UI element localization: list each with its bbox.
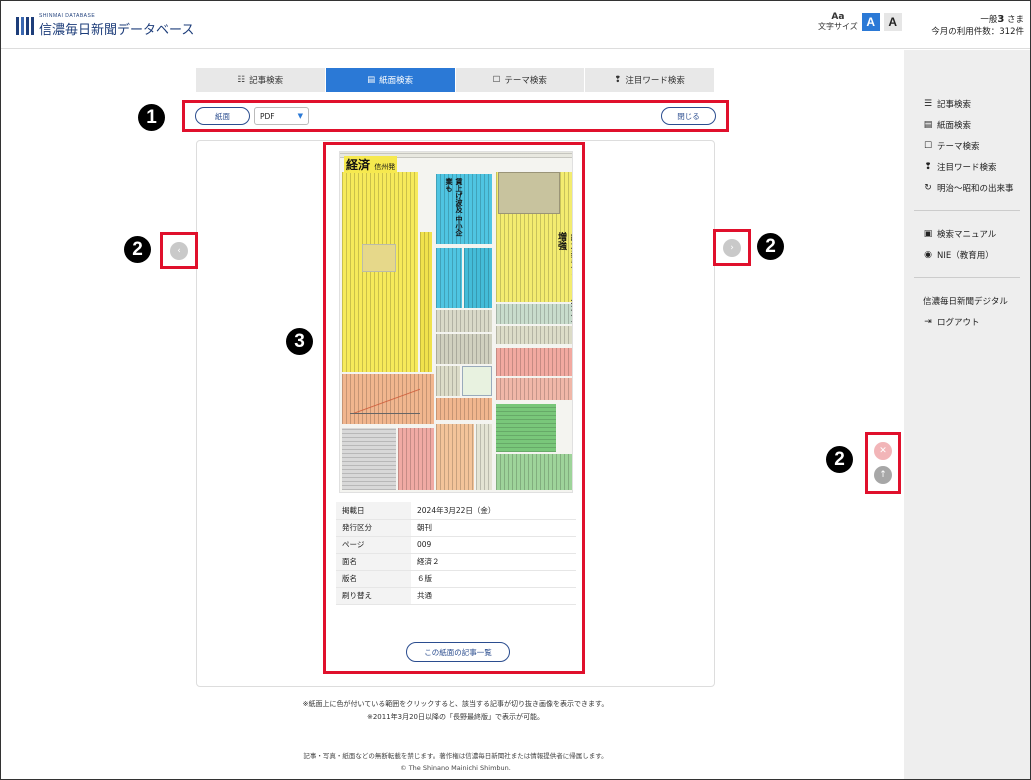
logo-title: 信濃毎日新聞データベース <box>39 23 195 38</box>
table-row: ページ 009 <box>336 536 576 554</box>
prev-page-button[interactable]: ‹ <box>170 241 188 260</box>
factory-photo <box>498 172 560 214</box>
newspaper-preview: 経済 信州発 純水装置 シェア拡大へ増強 賃上げ波及 中小企業も 掲載日2024… <box>323 142 585 674</box>
close-button[interactable]: 閉じる <box>661 107 716 125</box>
page-info-table: 掲載日 2024年3月22日（金） 発行区分 朝刊 ページ 009 面名 経済２ 版名 ６… <box>336 502 576 605</box>
close-viewer-button[interactable]: ✕ <box>874 442 892 460</box>
caret-down-icon: ▼ <box>297 112 303 120</box>
header: SHINMAI DATABASE 信濃毎日新聞データベース Aa 文字サイズ A… <box>1 1 1030 49</box>
bookmark-icon: ☐ <box>923 140 933 151</box>
exclamation-icon: ❢ <box>924 161 932 172</box>
exclamation-icon: ❢ <box>614 75 622 85</box>
font-size-control: Aa 文字サイズ A A <box>818 12 902 32</box>
line-chart-graphic <box>350 384 420 414</box>
portrait-photo <box>362 244 396 272</box>
sidebar-item-manual[interactable]: ▣ 検索マニュアル <box>923 223 1030 244</box>
table-row: 版名 ６版 <box>336 570 576 588</box>
sidebar-divider <box>914 277 1020 278</box>
prev-page-highlight: ‹ <box>160 232 198 269</box>
callout-badge-1: 1 <box>138 104 165 131</box>
newspaper-icon: ▤ <box>367 75 376 85</box>
ad-logo <box>462 366 492 396</box>
scroll-top-button[interactable]: ↑ <box>874 466 892 484</box>
newspaper-page-image[interactable]: 経済 信州発 純水装置 シェア拡大へ増強 賃上げ波及 中小企業も <box>339 151 573 493</box>
user-name: 一般3 さま <box>980 14 1024 25</box>
logo-mark-icon <box>16 16 34 35</box>
font-size-text: 文字サイズ <box>818 21 858 31</box>
sidebar-item-keyword-search[interactable]: ❢ 注目ワード検索 <box>923 156 1030 177</box>
history-icon: ↻ <box>924 182 932 193</box>
callout-badge-2-left: 2 <box>124 236 151 263</box>
book-icon: ▣ <box>923 228 933 239</box>
sidebar-item-logout[interactable]: ⇥ ログアウト <box>923 311 1030 332</box>
font-size-small-button[interactable]: A <box>883 13 902 32</box>
callout-badge-3: 3 <box>286 328 313 355</box>
site-logo[interactable]: SHINMAI DATABASE 信濃毎日新聞データベース <box>16 13 194 38</box>
sidebar-item-theme-search[interactable]: ☐ テーマ検索 <box>923 135 1030 156</box>
list-icon: ☰ <box>923 98 933 109</box>
search-tabs: ☷ 記事検索 ▤ 紙面検索 ☐ テーマ検索 ❢ 注目ワード検索 <box>196 68 715 92</box>
nie-icon: ◉ <box>924 249 932 260</box>
font-size-label: Aa 文字サイズ <box>818 12 858 32</box>
float-controls-highlight: ✕ ↑ <box>865 432 901 494</box>
table-row: 面名 経済２ <box>336 553 576 571</box>
newspaper-masthead: 経済 信州発 <box>344 156 398 173</box>
paper-button[interactable]: 紙面 <box>195 107 250 125</box>
sidebar-item-history[interactable]: ↻ 明治〜昭和の出来事 <box>923 177 1030 198</box>
callout-badge-2-right: 2 <box>757 233 784 260</box>
tab-paper-search[interactable]: ▤ 紙面検索 <box>325 68 456 92</box>
font-size-large-button[interactable]: A <box>861 13 880 32</box>
format-select[interactable]: PDF ▼ <box>254 107 309 125</box>
sidebar-item-article-search[interactable]: ☰ 記事検索 <box>923 93 1030 114</box>
sidebar-item-paper-search[interactable]: ▤ 紙面検索 <box>923 114 1030 135</box>
usage-count: 今月の利用件数：312件 <box>931 27 1024 37</box>
side-headline: 賃上げ波及 中小企業も <box>445 178 464 237</box>
viewer-toolbar: 紙面 PDF ▼ 閉じる <box>182 100 729 132</box>
sidebar: ☰ 記事検索 ▤ 紙面検索 ☐ テーマ検索 ❢ 注目ワード検索 ↻ 明治〜昭和の出来事 ▣… <box>904 50 1030 779</box>
tab-theme-search[interactable]: ☐ テーマ検索 <box>455 68 586 92</box>
tab-article-search[interactable]: ☷ 記事検索 <box>196 68 326 92</box>
sidebar-item-nie[interactable]: ◉ NIE（教育用） <box>923 244 1030 265</box>
sidebar-item-digital[interactable]: 信濃毎日新聞デジタル <box>923 290 1030 311</box>
list-icon: ☷ <box>237 75 246 85</box>
callout-badge-2-float: 2 <box>826 446 853 473</box>
next-page-button[interactable]: › <box>723 238 741 257</box>
tab-keyword-search[interactable]: ❢ 注目ワード検索 <box>585 68 715 92</box>
table-row: 発行区分 朝刊 <box>336 519 576 537</box>
bookmark-icon: ☐ <box>492 75 501 85</box>
next-page-highlight: › <box>713 229 751 266</box>
sidebar-divider <box>914 210 1020 211</box>
article-list-button[interactable]: この紙面の記事一覧 <box>406 642 510 662</box>
table-row: 掲載日 2024年3月22日（金） <box>336 502 576 520</box>
newspaper-icon: ▤ <box>923 119 933 130</box>
user-info: 一般3 さま 今月の利用件数：312件 <box>931 13 1024 39</box>
main-headline: 純水装置 シェア拡大へ増強 <box>556 232 573 325</box>
logout-icon: ⇥ <box>924 316 932 327</box>
usage-notes: ※紙面上に色が付いている範囲をクリックすると、該当する記事が切り抜き画像を表示で… <box>302 700 609 722</box>
footer: 記事・写真・紙面などの無断転載を禁じます。著作権は信濃毎日新聞社または情報提供者… <box>303 752 608 772</box>
table-row: 刷り替え 共通 <box>336 587 576 605</box>
